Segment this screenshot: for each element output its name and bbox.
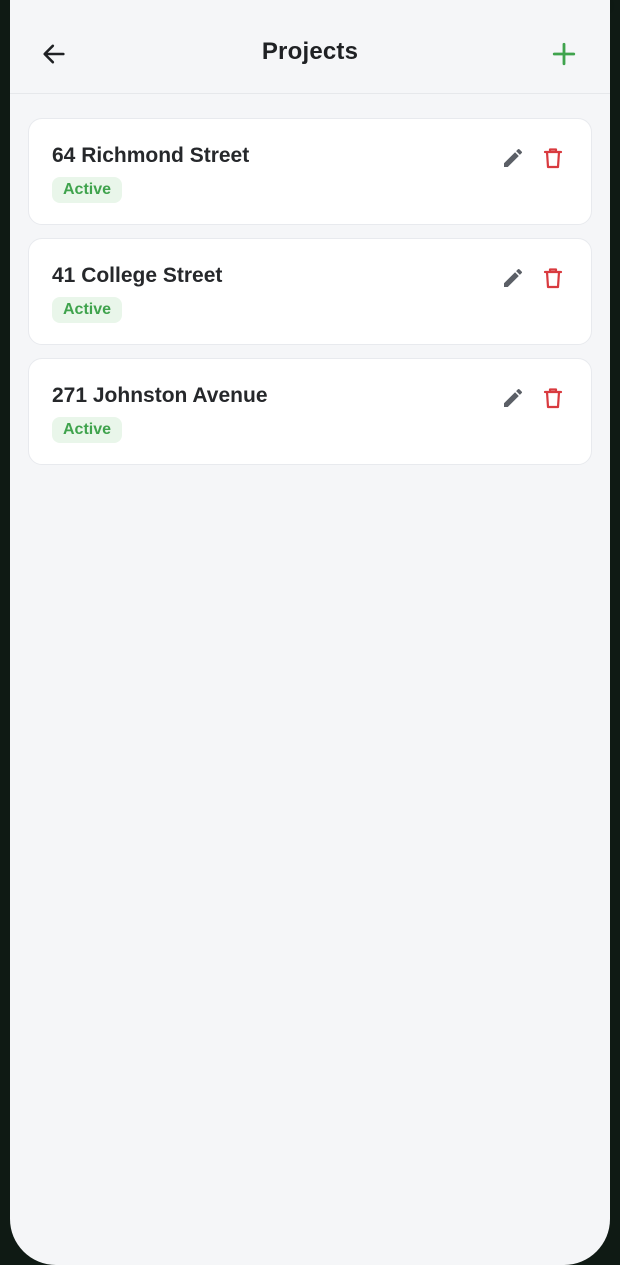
top-app-bar: Projects [10,0,610,94]
page-title: Projects [261,38,359,65]
project-name: 41 College Street [52,264,223,287]
delete-button[interactable] [539,264,567,292]
project-card[interactable]: 64 Richmond Street Active [28,118,592,225]
project-list: 64 Richmond Street Active 41 College Str… [28,118,592,478]
trash-icon [543,388,563,409]
pencil-icon [504,148,523,167]
edit-button[interactable] [499,264,527,292]
status-badge: Active [52,417,123,443]
project-card[interactable]: 41 College Street Active [28,238,592,345]
project-card[interactable]: 271 Johnston Avenue Active [28,358,592,465]
project-name: 64 Richmond Street [52,144,250,167]
app-screen: Projects 64 Richmond Street Active 41 Co… [10,0,610,1265]
edit-button[interactable] [499,144,527,172]
project-name: 271 Johnston Avenue [52,384,268,407]
edit-button[interactable] [499,384,527,412]
status-badge: Active [52,177,123,203]
pencil-icon [504,268,523,287]
trash-icon [543,148,563,169]
delete-button[interactable] [539,384,567,412]
add-project-button[interactable] [546,36,582,72]
delete-button[interactable] [539,144,567,172]
status-badge: Active [52,297,123,323]
pencil-icon [504,388,523,407]
device-frame: Projects 64 Richmond Street Active 41 Co… [0,0,620,1265]
trash-icon [543,268,563,289]
plus-icon [552,42,576,66]
